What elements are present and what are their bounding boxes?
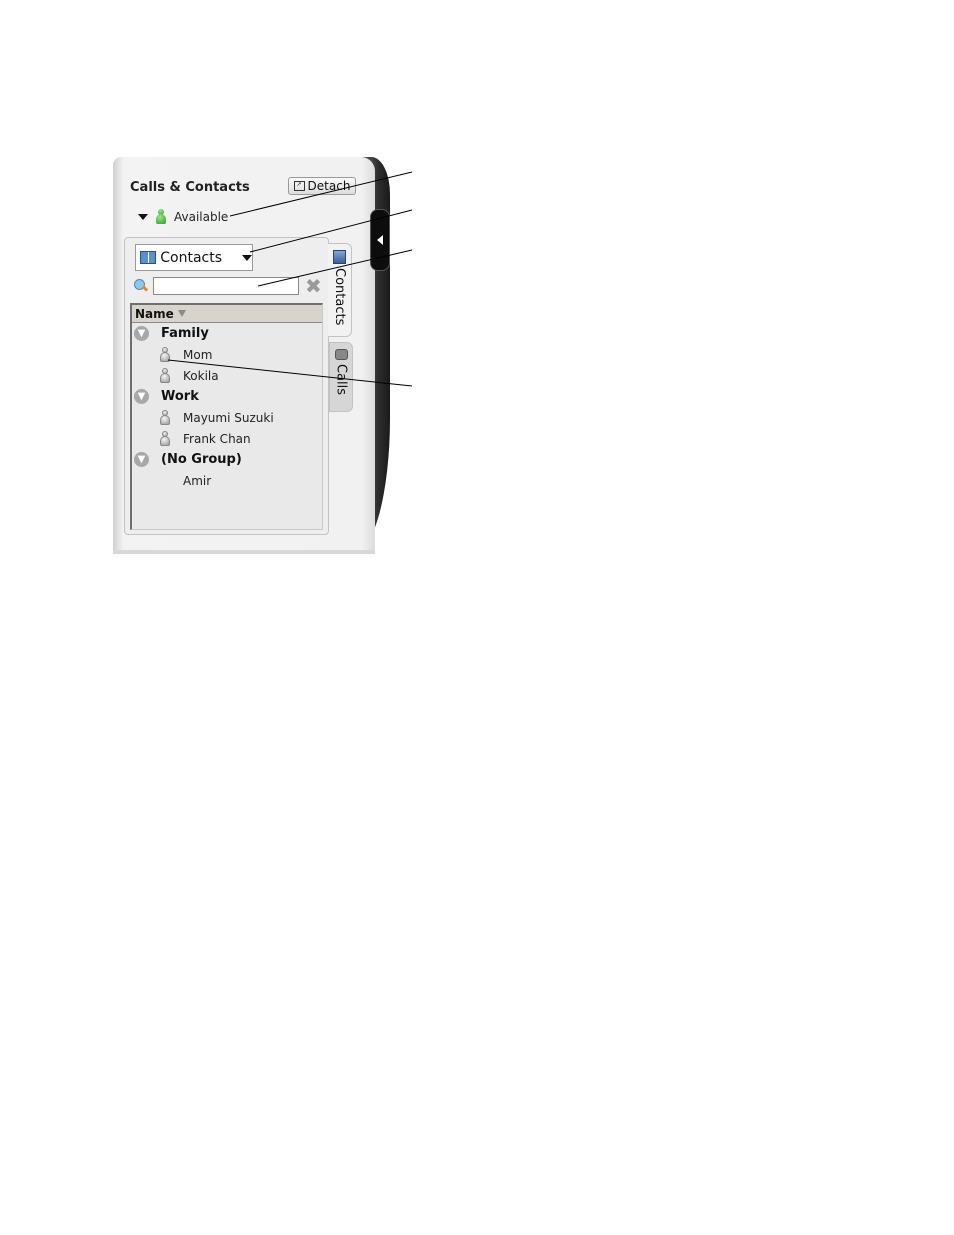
collapse-group-icon[interactable]: ▼ [134,452,149,467]
directory-selected: Contacts [160,249,222,266]
contact-name: Kokila [183,368,219,383]
tab-contacts-label: Contacts [332,268,347,326]
status-selector[interactable]: Available [138,209,228,224]
contacts-tab-icon [333,250,346,264]
calls-contacts-window: Calls & Contacts ↗ Detach Available Cont… [113,157,390,554]
collapse-group-icon[interactable]: ▼ [134,326,149,341]
search-icon [134,279,149,293]
status-dropdown-arrow-icon[interactable] [138,213,148,220]
group-row[interactable]: ▼ Family [132,323,322,344]
directory-dropdown[interactable]: Contacts [135,244,253,271]
group-name: Family [161,326,209,341]
column-header-label: Name [135,306,174,321]
name-column-header[interactable]: Name [132,305,322,323]
detach-icon: ↗ [293,181,305,191]
contact-name: Mom [183,347,213,362]
sort-arrow-icon [177,310,186,317]
contacts-pane: Contacts ✖ Name ▼ Family Mom Kokila ▼ Wo… [124,237,329,535]
group-name: Work [161,389,199,404]
contact-row[interactable]: Amir [132,470,322,491]
tab-calls-label: Calls [333,364,349,396]
offline-presence-icon [160,347,170,362]
group-row[interactable]: ▼ (No Group) [132,449,322,470]
clear-search-icon[interactable]: ✖ [305,276,322,296]
status-label: Available [174,209,229,224]
contact-row[interactable]: Kokila [132,365,322,386]
address-book-icon [140,251,157,264]
tab-calls[interactable]: Calls [329,342,353,412]
offline-presence-icon [160,431,170,446]
detach-label: Detach [307,179,351,193]
contact-name: Frank Chan [183,431,251,446]
contact-list[interactable]: Name ▼ Family Mom Kokila ▼ Work Mayumi S… [130,303,323,530]
detach-button[interactable]: ↗ Detach [288,177,356,195]
phone-icon [334,349,348,360]
contact-name: Mayumi Suzuki [183,410,274,425]
contact-row[interactable]: Frank Chan [132,428,322,449]
collapse-panel-button[interactable] [370,209,390,271]
search-input[interactable] [153,277,299,295]
group-name: (No Group) [161,452,242,467]
offline-presence-icon [160,410,170,425]
main-panel: Calls & Contacts ↗ Detach Available Cont… [113,157,375,554]
available-presence-icon [156,209,166,224]
tab-contacts[interactable]: Contacts [328,243,352,337]
window-title: Calls & Contacts [130,180,250,195]
chevron-down-icon[interactable] [242,254,252,261]
chevron-left-icon [377,235,383,245]
offline-presence-icon [160,368,170,383]
collapse-group-icon[interactable]: ▼ [134,389,149,404]
contact-row[interactable]: Mom [132,344,322,365]
contact-row[interactable]: Mayumi Suzuki [132,407,322,428]
contact-name: Amir [183,473,212,488]
group-row[interactable]: ▼ Work [132,386,322,407]
